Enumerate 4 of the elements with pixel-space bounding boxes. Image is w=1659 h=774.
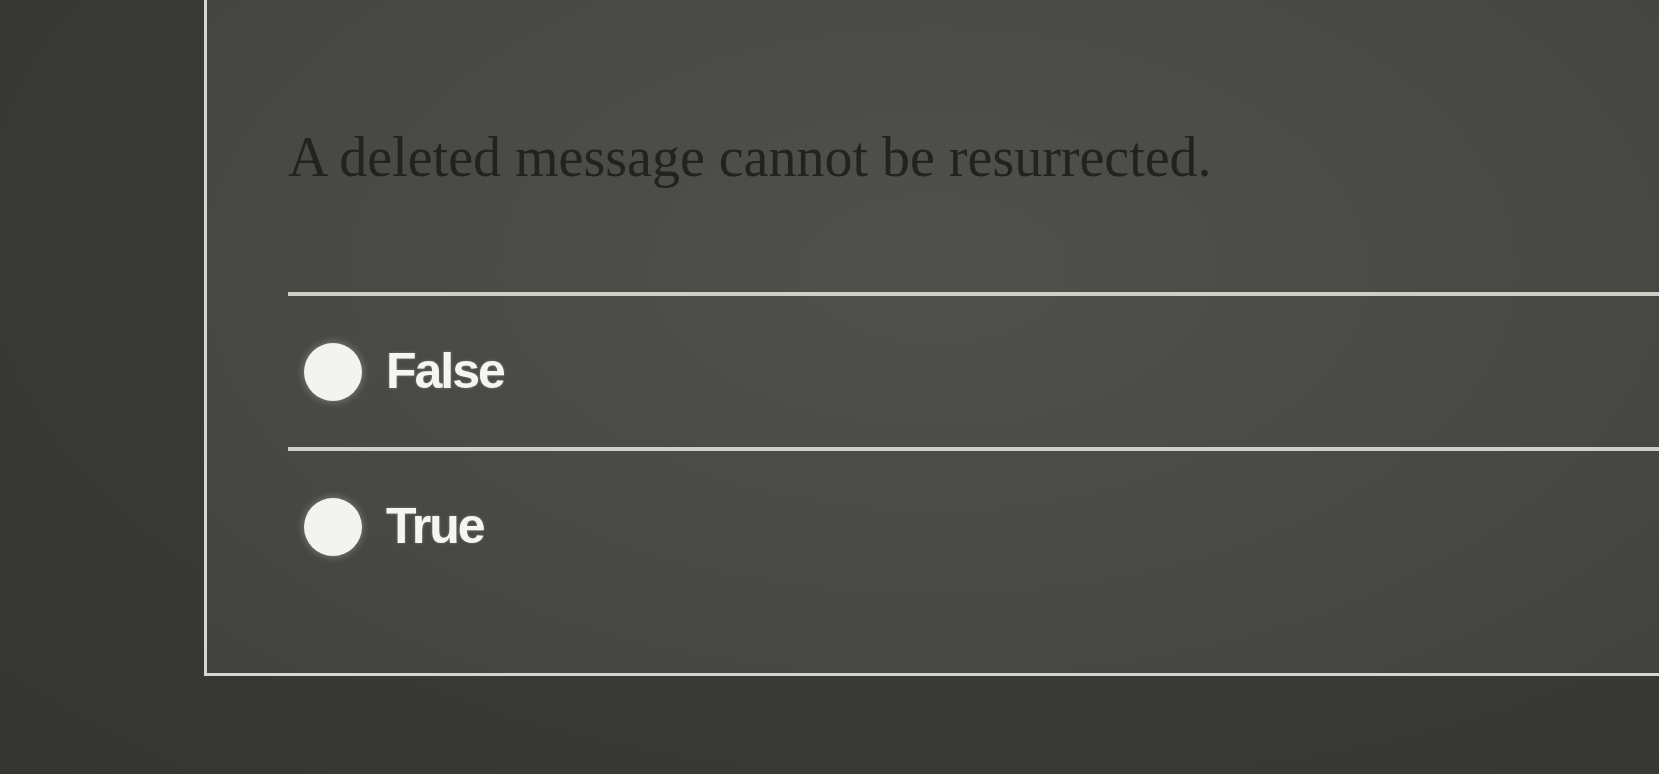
option-label[interactable]: False [386,344,504,399]
radio-button[interactable] [304,342,362,401]
radio-button[interactable] [304,497,362,556]
option-label[interactable]: True [386,499,484,554]
